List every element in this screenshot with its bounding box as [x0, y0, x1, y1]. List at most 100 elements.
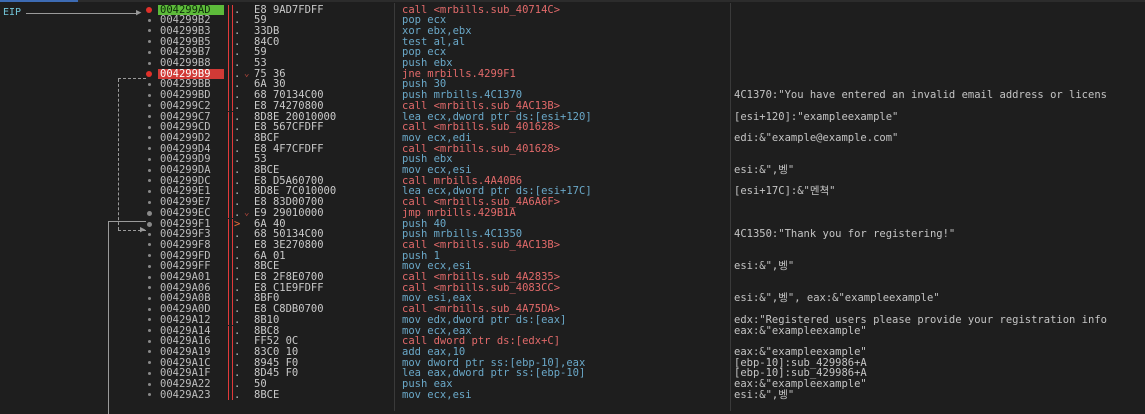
address-cell[interactable]: 00429A19 [160, 347, 224, 358]
bullet-icon[interactable] [148, 18, 151, 22]
disassembly-row[interactable]: 00429A23. 8BCE mov ecx,esi esi:&",벵" [158, 389, 1145, 401]
bytes-cell[interactable]: E8 74270800 [254, 101, 324, 112]
disassembly-row[interactable]: 00429A14. 8BC8 mov ecx,eax eax:&"exampleexa… [158, 325, 1145, 337]
flow-marker: . [234, 345, 241, 358]
disassembly-row[interactable]: 004299D4. E8 4F7CFDFF call <mrbills.sub_40… [158, 143, 1145, 155]
bullet-icon[interactable] [148, 307, 151, 311]
instruction-cell[interactable]: mov ecx,esi [402, 389, 472, 401]
bullet-icon[interactable] [148, 264, 151, 268]
disassembly-row[interactable]: 004299AD. E8 9AD7FDFF call <mrbills.sub_40… [158, 4, 1145, 16]
address-cell[interactable]: 004299EC [160, 208, 224, 219]
disassembly-row[interactable]: 004299C2. E8 74270800 call <mrbills.sub_4A… [158, 101, 1145, 112]
disassembly-row[interactable]: 00429A06. E8 C1E9FDFF call <mrbills.sub_40… [158, 282, 1145, 294]
bullet-icon[interactable] [148, 157, 151, 161]
breakpoint-column-separator [228, 304, 229, 315]
disassembly-row[interactable]: 004299D2. 8BCF mov ecx,edi edi:&"example@ex… [158, 133, 1145, 144]
breakpoint-column-separator [228, 25, 229, 37]
breakpoint-column-separator [228, 68, 229, 80]
comment-cell[interactable]: eax:&"exampleexample" [734, 325, 867, 337]
disassembly-row[interactable]: 00429A1F. 8D45 F0 lea eax,dword ptr ss:[eb… [158, 368, 1145, 379]
instruction-cell[interactable]: call <mrbills.sub_4AC13B> [402, 240, 560, 251]
comment-cell[interactable]: edi:&"example@example.com" [734, 133, 898, 144]
comment-cell[interactable]: 4C1370:"You have entered an invalid emai… [734, 90, 1107, 101]
address-cell[interactable]: 004299F8 [160, 240, 224, 251]
breakpoint-column-separator [232, 389, 233, 401]
instruction-cell[interactable]: call <mrbills.sub_4AC13B> [402, 101, 560, 112]
bytes-cell[interactable]: 8B10 [254, 315, 279, 326]
instruction-cell[interactable]: add eax,10 [402, 347, 465, 358]
breakpoint-column-separator [232, 15, 233, 26]
address-cell[interactable]: 00429A23 [160, 389, 224, 401]
breakpoint-icon[interactable] [146, 7, 152, 13]
disassembly-row[interactable]: 00429A19. 83C0 10 add eax,10 eax:&"examplee… [158, 347, 1145, 358]
address-cell[interactable]: 004299B3 [160, 26, 224, 37]
breakpoint-column-separator [228, 132, 229, 144]
comment-cell[interactable]: esi:&",벵" [734, 261, 794, 272]
disassembly-row[interactable]: 004299B3. 33DB xor ebx,ebx [158, 26, 1145, 37]
disassembly-row[interactable]: 00429A12. 8B10 mov edx,dword ptr ds:[eax] e… [158, 315, 1145, 326]
bullet-icon[interactable] [148, 329, 151, 332]
bullet-icon[interactable] [148, 371, 151, 375]
comment-cell[interactable]: [esi+120]:"exampleexample" [734, 111, 898, 123]
bullet-icon[interactable] [148, 125, 151, 129]
disassembly-row[interactable]: 004299EC. ⌄ E9 29010000 jmp mrbills.429B1A [158, 208, 1145, 219]
bullet-icon[interactable] [147, 221, 152, 227]
jump-direction-icon: ⌄ [244, 68, 250, 79]
comment-cell[interactable]: [esi+17C]:&"멘쳑" [734, 186, 836, 197]
bullet-icon[interactable] [148, 61, 151, 65]
breakpoint-column-separator [232, 154, 233, 165]
bullet-icon[interactable] [148, 296, 151, 300]
disassembly-row[interactable]: 004299B2. 59 pop ecx [158, 15, 1145, 26]
address-cell[interactable]: 004299D2 [160, 133, 224, 144]
address-cell[interactable]: 00429A12 [160, 315, 224, 326]
comment-cell[interactable]: esi:&",벵" [734, 165, 794, 176]
disassembly-row[interactable]: 004299B8. 53 push ebx [158, 58, 1145, 69]
breakpoint-column-separator [232, 68, 233, 80]
instruction-cell[interactable]: mov ecx,edi [402, 133, 472, 144]
bullet-icon[interactable] [148, 82, 151, 86]
bullet-icon[interactable] [147, 210, 152, 216]
bullet-icon[interactable] [148, 232, 151, 236]
breakpoint-column-separator [232, 207, 233, 219]
comment-cell[interactable]: esi:&",벵" [734, 389, 794, 401]
comment-cell[interactable]: edx:"Registered users please provide you… [734, 315, 1107, 326]
instruction-cell[interactable]: xor ebx,ebx [402, 26, 472, 37]
bullet-icon[interactable] [148, 189, 151, 193]
bullet-icon[interactable] [148, 382, 151, 386]
instruction-cell[interactable]: jmp mrbills.429B1A [402, 208, 516, 219]
bullet-icon[interactable] [148, 50, 151, 54]
breakpoint-column-separator [232, 79, 233, 91]
disassembly-row[interactable]: 004299B7. 59 pop ecx [158, 47, 1145, 58]
breakpoint-column-separator [232, 336, 233, 347]
disassembly-row[interactable]: 00429A1C. 8945 F0 mov dword ptr ss:[ebp-10… [158, 357, 1145, 369]
disassembly-row[interactable]: 004299CD. E8 567CFDFF call <mrbills.sub_40… [158, 122, 1145, 133]
breakpoint-column-separator [232, 357, 233, 369]
jump-line-vertical [118, 79, 120, 230]
bytes-cell[interactable]: 8BCF [254, 133, 279, 144]
bytes-cell[interactable]: 83C0 10 [254, 347, 298, 358]
disassembly-row[interactable]: 004299B5. 84C0 test al,al [158, 36, 1145, 48]
comment-cell[interactable]: eax:&"exampleexample" [734, 347, 867, 358]
disassembly-row[interactable]: 004299F8. E8 3E270800 call <mrbills.sub_4A… [158, 240, 1145, 251]
bytes-cell[interactable]: E9 29010000 [254, 208, 324, 219]
breakpoint-column-separator [232, 175, 233, 187]
top-divider [0, 0, 1145, 2]
disassembly-row[interactable]: 00429A16. FF52 0C call dword ptr ds:[edx+C… [158, 336, 1145, 347]
bytes-cell[interactable]: E8 3E270800 [254, 240, 324, 251]
address-cell[interactable]: 004299C2 [160, 101, 224, 112]
comment-cell[interactable]: 4C1350:"Thank you for registering!" [734, 229, 955, 240]
bullet-icon[interactable] [148, 115, 151, 118]
comment-cell[interactable]: esi:&",벵", eax:&"exampleexample" [734, 293, 940, 304]
bullet-icon[interactable] [148, 168, 151, 172]
disassembly-row[interactable]: 004299D9. 53 push ebx [158, 154, 1145, 165]
disassembly-row[interactable]: 004299FD. 6A 01 push 1 [158, 250, 1145, 262]
bullet-icon[interactable] [148, 275, 151, 279]
bytes-cell[interactable]: 8BCE [254, 389, 279, 401]
bullet-icon[interactable] [148, 93, 151, 97]
bullet-icon[interactable] [148, 339, 151, 343]
bullet-icon[interactable] [148, 200, 151, 204]
bytes-cell[interactable]: 33DB [254, 26, 279, 37]
instruction-cell[interactable]: mov edx,dword ptr ds:[eax] [402, 315, 566, 326]
disassembly-row[interactable]: 00429A22. 50 push eax eax:&"exampleexample" [158, 379, 1145, 390]
disassembly-row[interactable]: 004299B9. ⌄ 75 36 jne mrbills.4299F1 [158, 68, 1145, 80]
